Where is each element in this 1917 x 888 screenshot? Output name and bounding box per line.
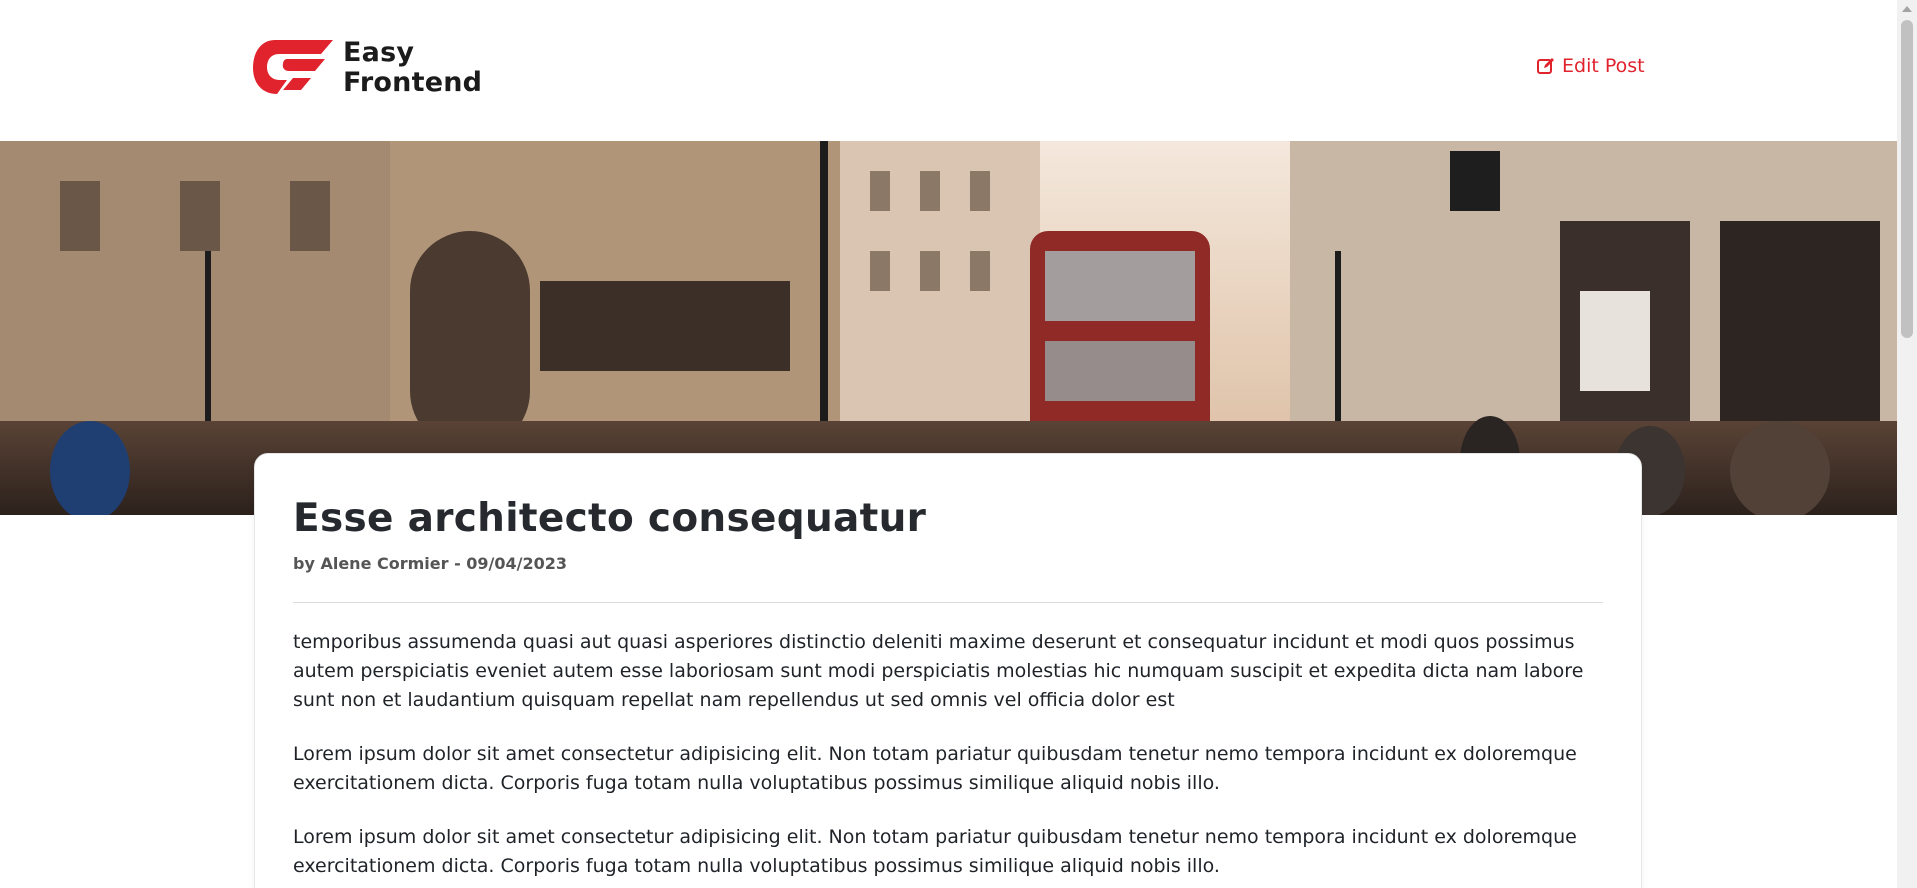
edit-post-link[interactable]: Edit Post: [1536, 55, 1645, 77]
scroll-up-arrow-icon[interactable]: [1897, 0, 1917, 18]
divider: [293, 602, 1603, 603]
page-scrollbar[interactable]: [1897, 0, 1917, 888]
site-header: Easy Frontend Edit Post: [0, 0, 1897, 141]
page: Easy Frontend Edit Post Esse architecto …: [0, 0, 1897, 888]
post-paragraph: Lorem ipsum dolor sit amet consectetur a…: [293, 743, 1577, 794]
edit-post-label: Edit Post: [1562, 55, 1645, 77]
brand-name-line2: Frontend: [343, 67, 483, 98]
post-title: Esse architecto consequatur: [293, 496, 927, 541]
scroll-thumb[interactable]: [1901, 20, 1913, 338]
post-paragraph: temporibus assumenda quasi aut quasi asp…: [293, 631, 1584, 711]
edit-icon: [1537, 58, 1554, 74]
post-meta: by Alene Cormier - 09/04/2023: [293, 554, 568, 573]
brand-name: Easy Frontend: [343, 38, 482, 98]
brand-logo-icon: [253, 40, 333, 94]
post-paragraph: Lorem ipsum dolor sit amet consectetur a…: [293, 826, 1577, 877]
brand-name-line1: Easy: [343, 37, 415, 68]
post-card: Esse architecto consequatur by Alene Cor…: [254, 453, 1642, 888]
brand-logo[interactable]: Easy Frontend: [253, 38, 482, 98]
